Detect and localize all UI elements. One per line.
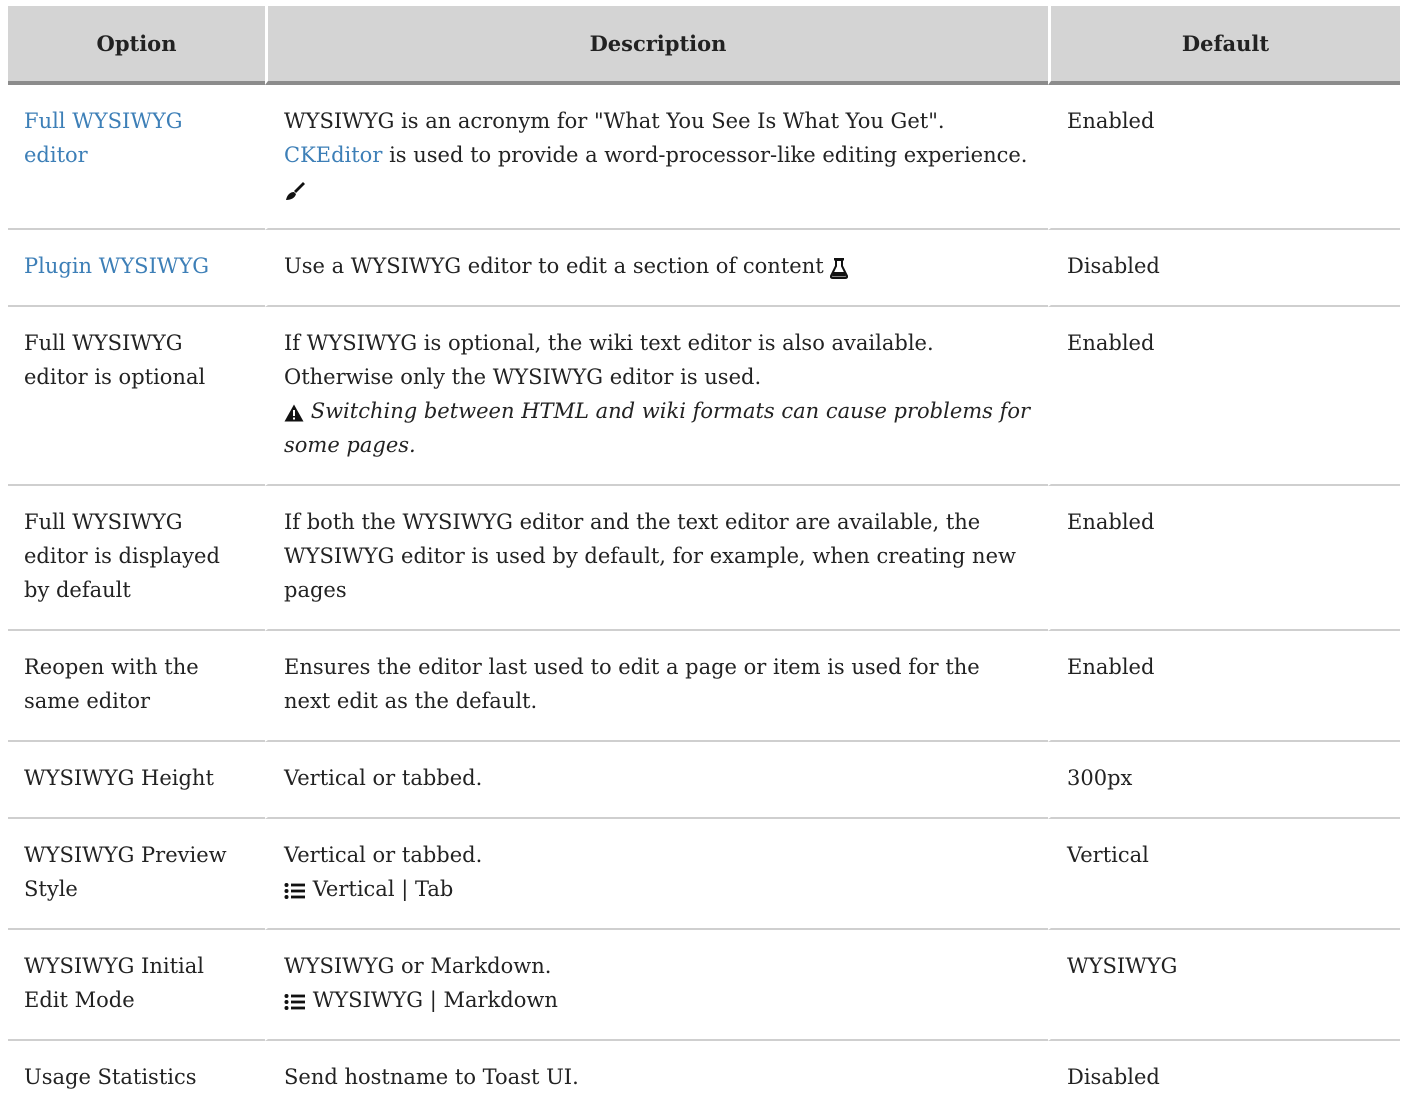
table-row: WYSIWYG Preview Style Vertical or tabbed… <box>8 819 1400 930</box>
column-header-default: Default <box>1048 6 1400 85</box>
option-cell: Plugin WYSIWYG <box>8 230 265 307</box>
warning-text: Switching between HTML and wiki formats … <box>284 399 1031 457</box>
default-cell: Disabled <box>1048 230 1400 307</box>
description-cell: Vertical or tabbed. <box>265 742 1048 819</box>
list-icon <box>284 993 306 1011</box>
description-cell: Send hostname to Toast UI. <box>265 1041 1048 1116</box>
default-cell: Enabled <box>1048 85 1400 230</box>
ckeditor-link[interactable]: CKEditor <box>284 143 382 167</box>
warning-icon <box>284 404 304 422</box>
table-row: WYSIWYG Height Vertical or tabbed. 300px <box>8 742 1400 819</box>
preferences-table: Option Description Default Full WYSIWYG … <box>8 6 1400 1116</box>
default-cell: Enabled <box>1048 631 1400 742</box>
option-cell: Full WYSIWYG editor is optional <box>8 307 265 486</box>
column-header-option: Option <box>8 6 265 85</box>
table-row: Full WYSIWYG editor is displayed by defa… <box>8 486 1400 631</box>
description-cell: Ensures the editor last used to edit a p… <box>265 631 1048 742</box>
description-text: Vertical or tabbed. <box>284 843 483 867</box>
option-cell: WYSIWYG Height <box>8 742 265 819</box>
option-cell: Reopen with the same editor <box>8 631 265 742</box>
flask-icon <box>830 257 849 279</box>
option-cell: WYSIWYG Initial Edit Mode <box>8 930 265 1041</box>
default-cell: Enabled <box>1048 486 1400 631</box>
description-text: WYSIWYG or Markdown. <box>284 954 552 978</box>
table-header-row: Option Description Default <box>8 6 1400 85</box>
description-cell: WYSIWYG is an acronym for "What You See … <box>265 85 1048 230</box>
option-link-full-wysiwyg-editor[interactable]: Full WYSIWYG editor <box>24 109 183 167</box>
list-icon <box>284 882 306 900</box>
description-cell: Vertical or tabbed. Vertical | Tab <box>265 819 1048 930</box>
description-cell: Use a WYSIWYG editor to edit a section o… <box>265 230 1048 307</box>
option-link-plugin-wysiwyg[interactable]: Plugin WYSIWYG <box>24 254 209 278</box>
table-row: Plugin WYSIWYG Use a WYSIWYG editor to e… <box>8 230 1400 307</box>
description-cell: If both the WYSIWYG editor and the text … <box>265 486 1048 631</box>
description-text: If WYSIWYG is optional, the wiki text ed… <box>284 331 934 355</box>
option-cell: WYSIWYG Preview Style <box>8 819 265 930</box>
option-cell: Full WYSIWYG editor <box>8 85 265 230</box>
description-cell: If WYSIWYG is optional, the wiki text ed… <box>265 307 1048 486</box>
preferences-table-container: Option Description Default Full WYSIWYG … <box>8 6 1400 1116</box>
description-text: Use a WYSIWYG editor to edit a section o… <box>284 254 824 278</box>
table-row: Full WYSIWYG editor is optional If WYSIW… <box>8 307 1400 486</box>
default-cell: WYSIWYG <box>1048 930 1400 1041</box>
default-cell: Enabled <box>1048 307 1400 486</box>
description-cell: WYSIWYG or Markdown. WYSIWYG | Markdown <box>265 930 1048 1041</box>
table-row: WYSIWYG Initial Edit Mode WYSIWYG or Mar… <box>8 930 1400 1041</box>
option-cell: Full WYSIWYG editor is displayed by defa… <box>8 486 265 631</box>
description-text: WYSIWYG is an acronym for "What You See … <box>284 109 945 133</box>
table-row: Usage Statistics Send hostname to Toast … <box>8 1041 1400 1116</box>
column-header-description: Description <box>265 6 1048 85</box>
option-values-list: Vertical | Tab <box>312 877 454 901</box>
default-cell: Vertical <box>1048 819 1400 930</box>
option-cell: Usage Statistics <box>24 1065 197 1089</box>
paintbrush-icon <box>284 181 306 201</box>
description-text: is used to provide a word-processor-like… <box>389 143 1028 167</box>
default-cell: 300px <box>1048 742 1400 819</box>
table-row: Reopen with the same editor Ensures the … <box>8 631 1400 742</box>
option-values-list: WYSIWYG | Markdown <box>312 988 558 1012</box>
description-text: Otherwise only the WYSIWYG editor is use… <box>284 365 762 389</box>
default-cell: Disabled <box>1048 1041 1400 1116</box>
table-row: Full WYSIWYG editor WYSIWYG is an acrony… <box>8 85 1400 230</box>
